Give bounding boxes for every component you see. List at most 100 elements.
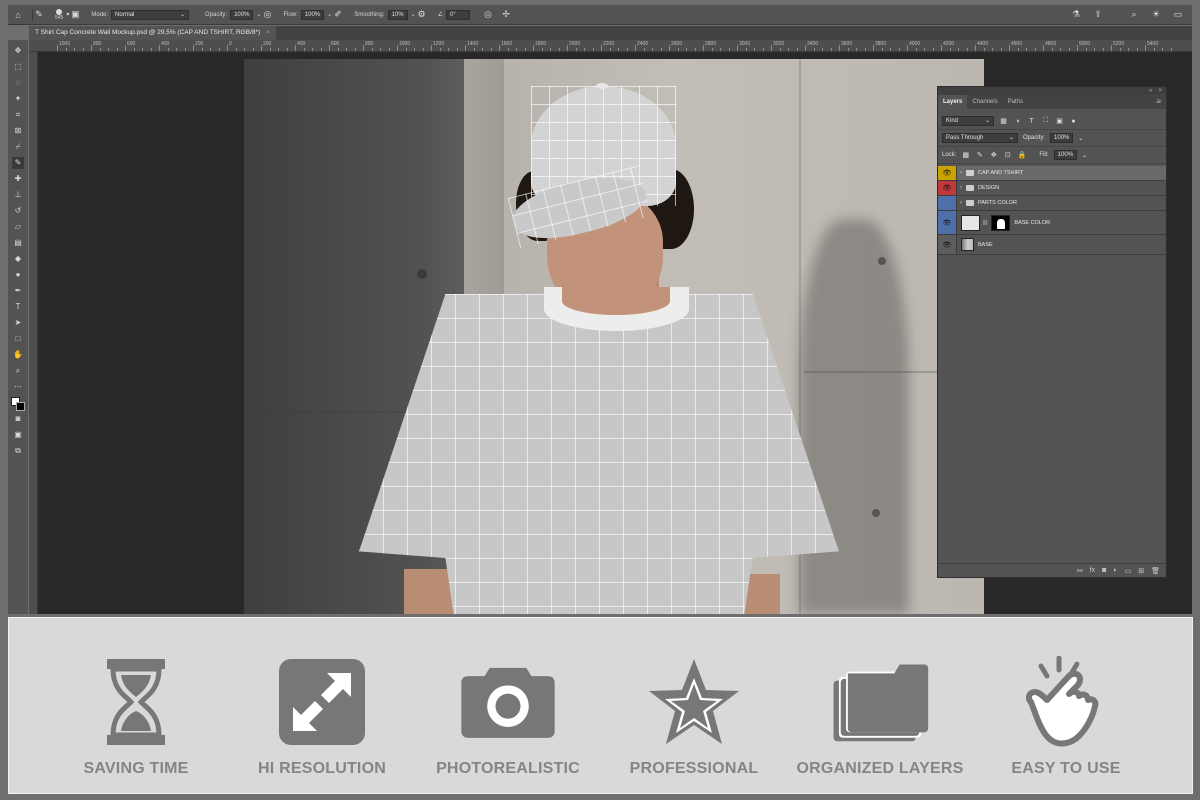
smoothing-field[interactable]: 10% [387, 9, 408, 20]
gear-icon[interactable]: ⚙ [416, 9, 428, 21]
flow-field[interactable]: 100% [300, 9, 325, 20]
layer-row-design[interactable]: 👁 › DESIGN [938, 181, 1166, 196]
hand-tool-icon[interactable]: ✋ [12, 349, 24, 361]
color-swatches[interactable] [11, 397, 25, 411]
link-icon[interactable]: ⛓ [982, 220, 988, 226]
fx-icon[interactable]: fx [1090, 567, 1095, 574]
brush-tool-icon[interactable]: ✎ [12, 157, 24, 169]
filter-kind-select[interactable]: Kind ⌄ [942, 116, 994, 126]
layer-row-parts-color[interactable]: › PARTS COLOR [938, 196, 1166, 211]
adjustment-filter-icon[interactable]: ◑ [1013, 117, 1022, 125]
adjustment-layer-icon[interactable]: ◐ [1113, 567, 1117, 574]
blur-tool-icon[interactable]: ◆ [12, 253, 24, 265]
eye-icon[interactable]: 👁 [938, 181, 957, 195]
healing-brush-icon[interactable]: ✚ [12, 173, 24, 185]
airbrush-icon[interactable]: ✐ [332, 9, 344, 21]
tab-paths[interactable]: Paths [1003, 95, 1028, 109]
trash-icon[interactable]: 🗑 [1151, 567, 1160, 575]
eraser-icon[interactable]: ▱ [12, 221, 24, 233]
link-layers-icon[interactable]: ⚯ [1077, 567, 1083, 575]
filter-toggle-icon[interactable]: ● [1069, 117, 1078, 125]
feature-label: EASY TO USE [1011, 760, 1121, 777]
brush-tool-icon[interactable]: ✎ [33, 9, 45, 21]
collapse-icon[interactable]: « [1149, 87, 1152, 95]
brush-preset-picker[interactable]: 545 ▾ [55, 8, 69, 21]
layer-row-base-color[interactable]: 👁 ⛓ BASE COLOR [938, 211, 1166, 235]
close-icon[interactable]: × [1158, 87, 1162, 95]
opacity-field[interactable]: 100% [230, 9, 254, 20]
lock-transparency-icon[interactable]: ▩ [961, 151, 970, 159]
screen-mode-icon[interactable]: ▣ [12, 429, 24, 441]
chevron-right-icon[interactable]: › [960, 170, 962, 176]
close-icon[interactable]: × [266, 26, 270, 40]
layer-row-cap-and-tshirt[interactable]: 👁 › CAP AND TSHIRT [938, 166, 1166, 181]
tab-layers[interactable]: Layers [938, 95, 968, 109]
eye-icon[interactable]: 👁 [938, 166, 957, 180]
marquee-tool-icon[interactable]: ⬚ [12, 61, 24, 73]
feature-photorealistic: PHOTOREALISTIC [423, 656, 593, 778]
pen-tool-icon[interactable]: ✒ [12, 285, 24, 297]
history-brush-icon[interactable]: ↺ [12, 205, 24, 217]
mode-value: Normal [115, 11, 135, 18]
type-filter-icon[interactable]: T [1027, 117, 1036, 125]
add-mask-icon[interactable]: ◙ [1102, 567, 1106, 574]
document-canvas[interactable] [244, 59, 984, 614]
new-group-icon[interactable]: ▭ [1125, 567, 1132, 575]
chevron-down-icon[interactable]: ⌄ [1082, 152, 1087, 159]
pressure-size-icon[interactable]: ◎ [482, 9, 494, 21]
rectangle-tool-icon[interactable]: □ [12, 333, 24, 345]
smart-object-filter-icon[interactable]: ▣ [1055, 117, 1064, 125]
lasso-tool-icon[interactable]: ◌ [12, 77, 24, 89]
tab-channels[interactable]: Channels [967, 95, 1002, 109]
crop-tool-icon[interactable]: ⌗ [12, 109, 24, 121]
ruler-label: 3200 [773, 41, 785, 47]
new-layer-icon[interactable]: ⊞ [1138, 567, 1144, 575]
shape-filter-icon[interactable]: ⛶ [1041, 117, 1050, 125]
clone-stamp-icon[interactable]: ⊥ [12, 189, 24, 201]
pressure-opacity-icon[interactable]: ◎ [261, 9, 273, 21]
lock-all-icon[interactable]: 🔒 [1017, 151, 1026, 159]
fill-field[interactable]: 100% [1053, 150, 1078, 160]
layer-mask-thumbnail[interactable] [991, 214, 1011, 231]
workspace-icon[interactable]: ▭ [1172, 9, 1184, 21]
brush-settings-icon[interactable]: ▣ [69, 9, 81, 21]
lock-pixels-icon[interactable]: ✎ [975, 151, 984, 159]
symmetry-icon[interactable]: ✢ [500, 9, 512, 21]
background-color[interactable] [16, 402, 25, 411]
frame-tool-icon[interactable]: ⊠ [12, 125, 24, 137]
chevron-right-icon[interactable]: › [960, 185, 962, 191]
home-icon[interactable]: ⌂ [12, 9, 24, 21]
path-selection-icon[interactable]: ➤ [12, 317, 24, 329]
lock-position-icon[interactable]: ✥ [989, 151, 998, 159]
panel-menu-icon[interactable]: ≡ [1156, 95, 1166, 109]
move-tool-icon[interactable]: ✥ [12, 45, 24, 57]
type-tool-icon[interactable]: T [12, 301, 24, 313]
zoom-tool-icon[interactable]: ⌕ [12, 365, 24, 377]
lightbulb-icon[interactable]: ☀ [1150, 9, 1162, 21]
layer-opacity-field[interactable]: 100% [1050, 133, 1074, 143]
hidden-eye-slot[interactable] [938, 196, 957, 210]
eye-icon[interactable]: 👁 [938, 211, 957, 234]
edit-toolbar-icon[interactable]: ⧉ [12, 445, 24, 457]
lock-artboard-icon[interactable]: ⊡ [1003, 151, 1012, 159]
chevron-right-icon[interactable]: › [960, 200, 962, 206]
more-tools-icon[interactable]: ⋯ [12, 381, 24, 393]
chevron-down-icon[interactable]: ⌄ [1078, 135, 1083, 142]
share-icon[interactable]: ⇪ [1092, 9, 1104, 21]
mode-select[interactable]: Normal ⌄ [111, 9, 190, 20]
eyedropper-icon[interactable]: ⌿ [12, 141, 24, 153]
search-icon[interactable]: ⌕ [1128, 9, 1140, 21]
blend-mode-select[interactable]: Pass Through ⌄ [942, 133, 1018, 143]
gradient-tool-icon[interactable]: ▤ [12, 237, 24, 249]
dodge-tool-icon[interactable]: ● [12, 269, 24, 281]
angle-field[interactable]: 0° [445, 9, 470, 20]
quick-mask-icon[interactable]: ◙ [12, 413, 24, 425]
flask-icon[interactable]: ⚗ [1070, 9, 1082, 21]
document-tab[interactable]: T Shirt Cap Concrete Wall Mockup.psd @ 2… [29, 26, 276, 40]
eye-icon[interactable]: 👁 [938, 235, 957, 254]
layer-row-base[interactable]: 👁 BASE [938, 235, 1166, 255]
pixel-filter-icon[interactable]: ▦ [999, 117, 1008, 125]
magic-wand-icon[interactable]: ✦ [12, 93, 24, 105]
fill-label: Fill: [1039, 152, 1049, 158]
ruler-label: 3400 [807, 41, 819, 47]
